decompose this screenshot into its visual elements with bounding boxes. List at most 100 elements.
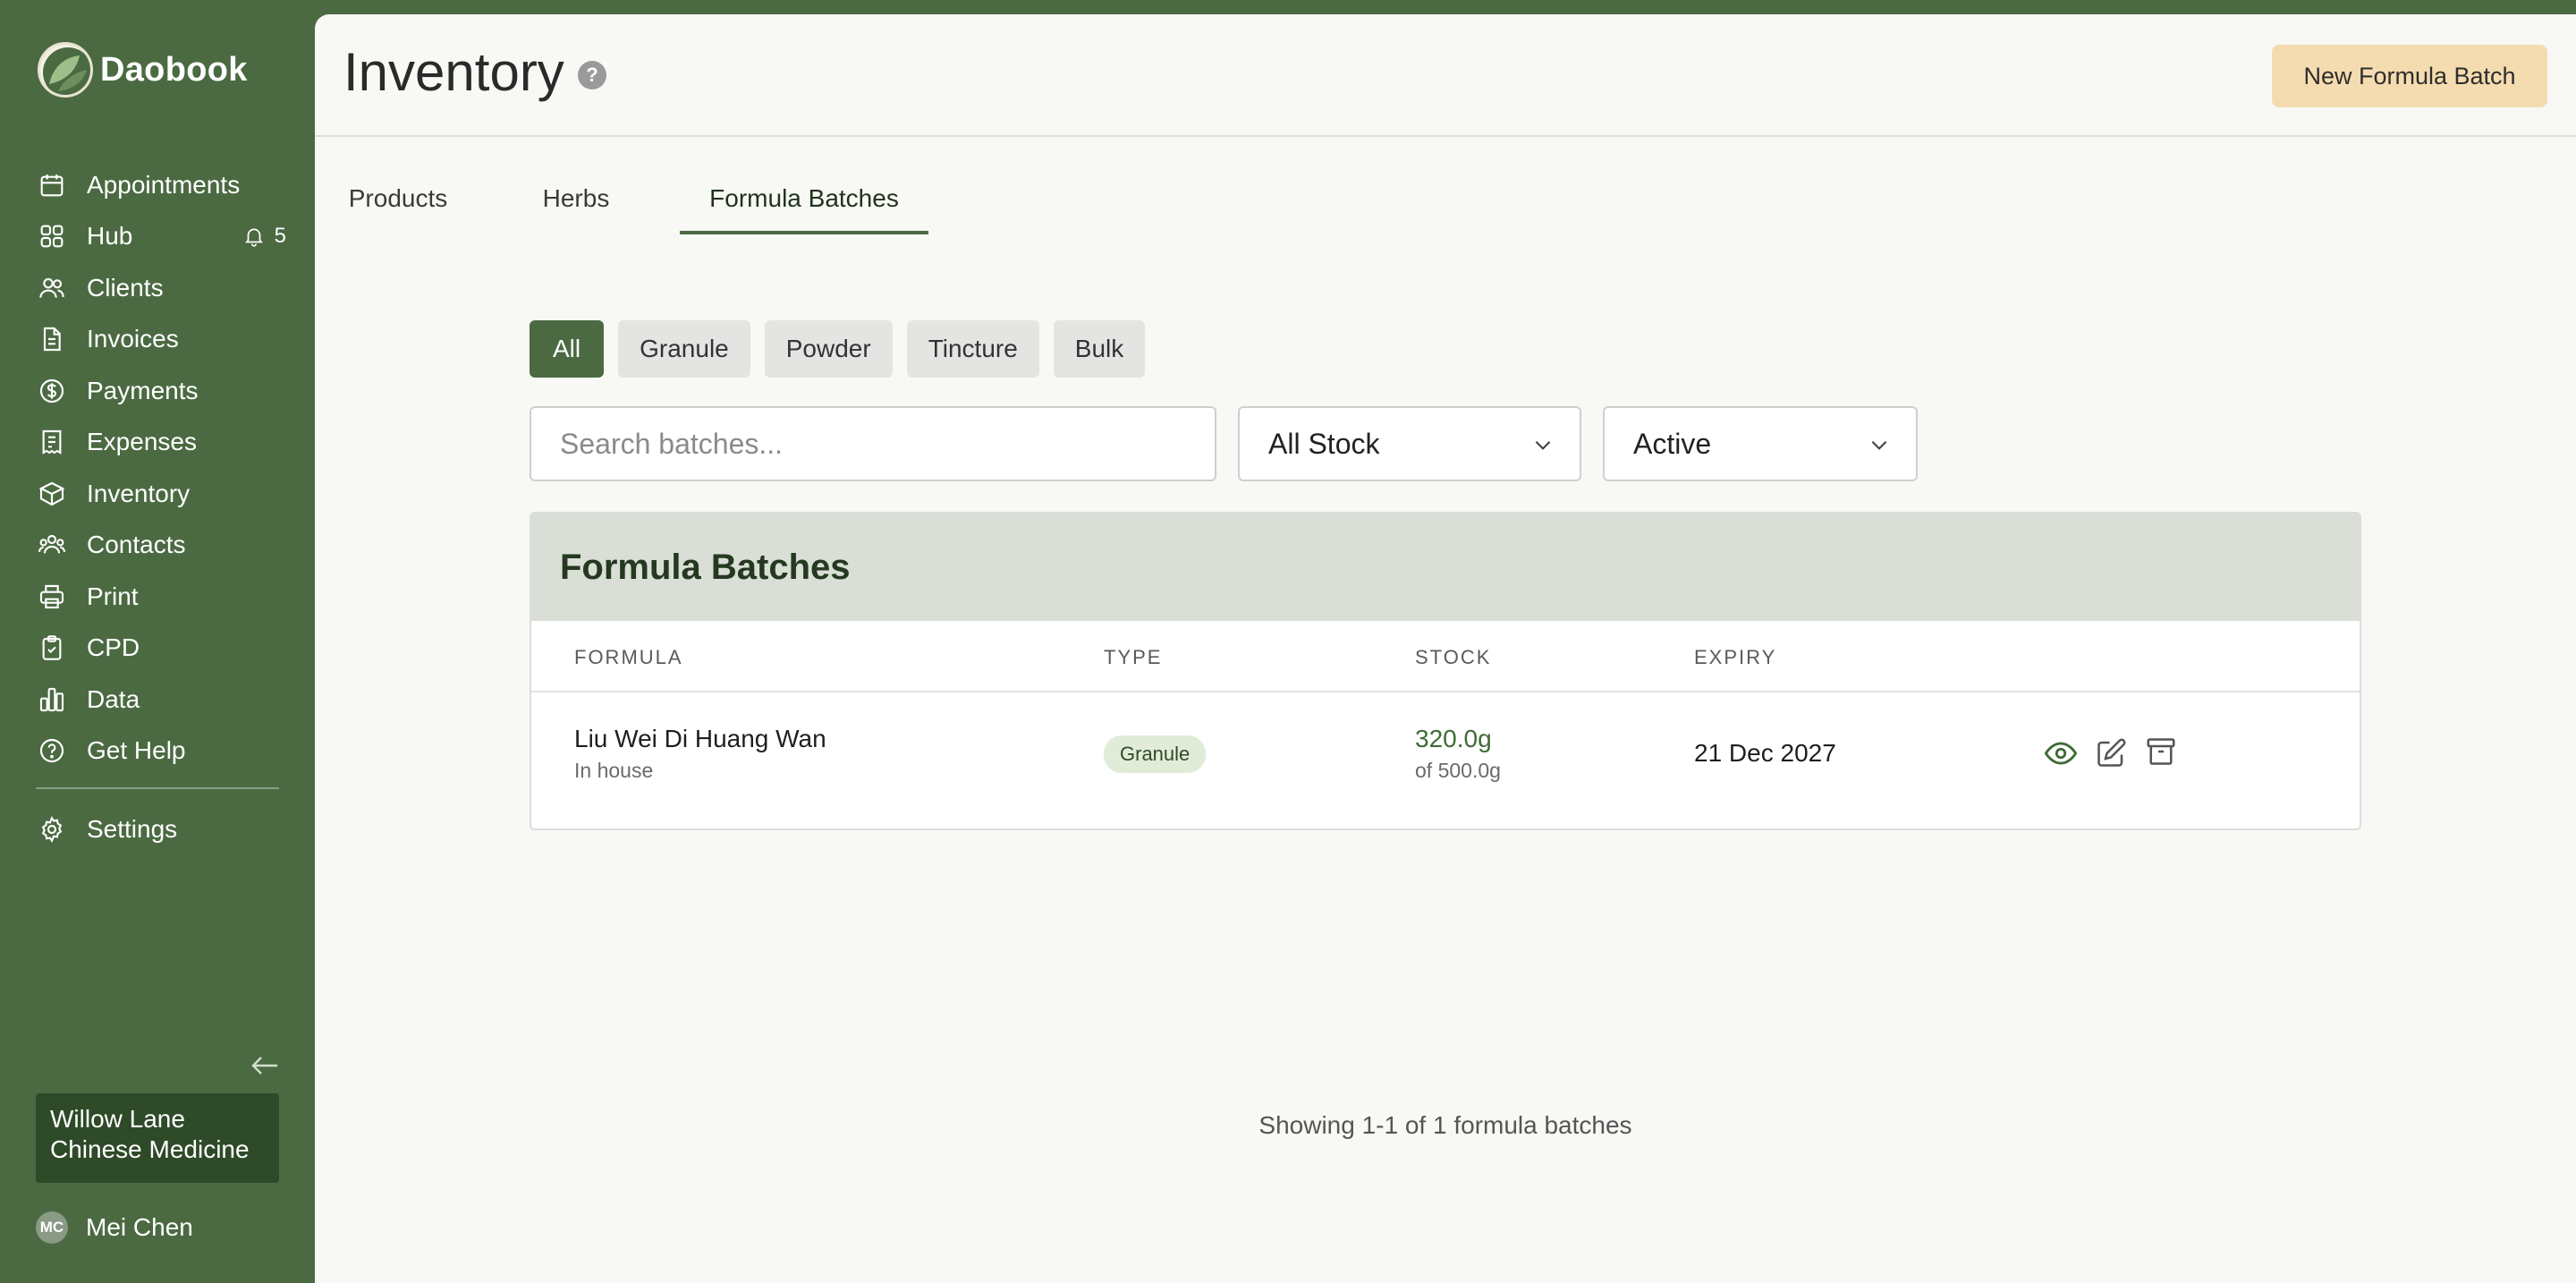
grid-icon (36, 220, 68, 252)
tab-products[interactable]: Products (343, 181, 453, 234)
sidebar-item-label: Inventory (87, 479, 191, 507)
sidebar-item-label: Data (87, 684, 140, 713)
archive-button[interactable] (2141, 732, 2181, 771)
sidebar-item-contacts[interactable]: Contacts (36, 520, 286, 572)
stock-select-value: All Stock (1268, 427, 1380, 460)
sidebar-item-settings[interactable]: Settings (36, 803, 286, 855)
sidebar-item-inventory[interactable]: Inventory (36, 468, 286, 520)
formula-name: Liu Wei Di Huang Wan (574, 725, 826, 752)
bar-chart-icon (36, 684, 68, 716)
tab-formula-batches[interactable]: Formula Batches (680, 181, 928, 234)
sidebar-item-expenses[interactable]: Expenses (36, 417, 286, 469)
stock-cell: 320.0g of 500.0g (1415, 725, 1501, 783)
sidebar-item-get-help[interactable]: Get Help (36, 726, 286, 777)
sidebar-item-label: Payments (87, 376, 199, 404)
sidebar-item-label: Contacts (87, 531, 186, 559)
user-profile[interactable]: MC Mei Chen (36, 1210, 193, 1245)
table-header-bar: Formula Batches (531, 514, 2360, 621)
sidebar: Daobook Appointments Hub 5 Clients Invoi… (0, 0, 315, 1283)
type-cell: Granule (1104, 735, 1207, 773)
filter-chip-powder[interactable]: Powder (764, 320, 893, 378)
inventory-tabs: Products Herbs Formula Batches (315, 181, 1209, 234)
search-input[interactable] (530, 406, 1216, 481)
expiry-date: 21 Dec 2027 (1694, 739, 1836, 767)
sidebar-item-print[interactable]: Print (36, 571, 286, 623)
edit-icon (2097, 738, 2126, 767)
filter-chip-bulk[interactable]: Bulk (1053, 320, 1146, 378)
document-icon (36, 323, 68, 355)
filter-chip-tincture[interactable]: Tincture (906, 320, 1039, 378)
stock-value: 320.0g (1415, 725, 1492, 752)
sidebar-item-label: Expenses (87, 428, 197, 456)
chevron-down-icon (1871, 440, 1887, 450)
printer-icon (36, 581, 68, 613)
edit-button[interactable] (2091, 734, 2131, 773)
sidebar-item-label: Appointments (87, 170, 241, 199)
stock-select[interactable]: All Stock (1238, 406, 1581, 481)
sidebar-item-label: Clients (87, 273, 164, 302)
clipboard-check-icon (36, 632, 68, 664)
calendar-icon (36, 169, 68, 201)
notification-badge[interactable]: 5 (242, 224, 286, 249)
sidebar-item-invoices[interactable]: Invoices (36, 314, 286, 366)
people-group-icon (36, 529, 68, 561)
sidebar-item-cpd[interactable]: CPD (36, 623, 286, 675)
sidebar-item-label: Hub (87, 222, 133, 251)
column-header-expiry: EXPIRY (1694, 646, 1777, 668)
view-button[interactable] (2041, 734, 2080, 773)
table-title: Formula Batches (560, 547, 851, 587)
status-select[interactable]: Active (1603, 406, 1918, 481)
sidebar-item-clients[interactable]: Clients (36, 262, 286, 314)
app: Daobook Appointments Hub 5 Clients Invoi… (0, 0, 2576, 1283)
sidebar-item-label: Settings (87, 814, 178, 843)
page-title: Inventory (343, 42, 564, 102)
clinic-name[interactable]: Willow Lane Chinese Medicine (36, 1093, 279, 1183)
bell-icon (244, 228, 263, 247)
sidebar-item-payments[interactable]: Payments (36, 365, 286, 417)
sidebar-nav: Appointments Hub 5 Clients Invoices Paym… (36, 159, 286, 777)
box-icon (36, 478, 68, 510)
sidebar-item-label: Print (87, 582, 139, 610)
formula-batches-table: Formula Batches FORMULA TYPE STOCK EXPIR… (530, 512, 2361, 830)
column-header-type: TYPE (1104, 646, 1163, 668)
brand-name: Daobook (100, 50, 248, 89)
tab-herbs[interactable]: Herbs (533, 181, 619, 234)
column-header-formula: FORMULA (574, 646, 683, 668)
table-column-headers: FORMULA TYPE STOCK EXPIRY (531, 621, 2360, 692)
sidebar-item-label: Invoices (87, 325, 179, 353)
status-select-value: Active (1633, 427, 1712, 460)
sidebar-item-label: CPD (87, 633, 140, 662)
sidebar-settings-section: Settings (36, 803, 286, 855)
column-header-stock: STOCK (1415, 646, 1492, 668)
formula-source: In house (574, 759, 654, 782)
dollar-circle-icon (36, 375, 68, 407)
table-row[interactable]: Liu Wei Di Huang Wan In house Granule 32… (531, 692, 2360, 818)
chevron-down-icon (1535, 440, 1551, 450)
sidebar-item-hub[interactable]: Hub 5 (36, 211, 286, 263)
page-header: Inventory ? New Formula Batch (315, 14, 2576, 137)
gear-icon (36, 813, 68, 845)
avatar: MC (36, 1211, 68, 1244)
top-strip (315, 0, 2576, 14)
question-circle-icon (36, 735, 68, 767)
stock-total: of 500.0g (1415, 759, 1501, 782)
type-badge: Granule (1104, 735, 1207, 773)
main-content: Inventory ? New Formula Batch Products H… (315, 14, 2576, 1283)
receipt-icon (36, 426, 68, 458)
sidebar-item-data[interactable]: Data (36, 674, 286, 726)
new-formula-batch-button[interactable]: New Formula Batch (2272, 45, 2547, 107)
collapse-sidebar-button[interactable] (249, 1052, 281, 1079)
help-icon[interactable]: ? (578, 61, 606, 89)
arrow-left-icon (251, 1057, 277, 1075)
filter-chip-all[interactable]: All (530, 320, 605, 378)
users-icon (36, 272, 68, 304)
brand[interactable]: Daobook (38, 42, 248, 98)
filter-chip-granule[interactable]: Granule (618, 320, 750, 378)
sidebar-item-appointments[interactable]: Appointments (36, 159, 286, 211)
notification-count: 5 (274, 224, 286, 249)
eye-icon (2044, 742, 2078, 765)
sidebar-item-label: Get Help (87, 736, 186, 765)
pagination-summary: Showing 1-1 of 1 formula batches (1258, 1111, 1632, 1139)
type-filter-chips: All Granule Powder Tincture Bulk (530, 320, 1159, 378)
formula-cell: Liu Wei Di Huang Wan In house (574, 725, 826, 783)
